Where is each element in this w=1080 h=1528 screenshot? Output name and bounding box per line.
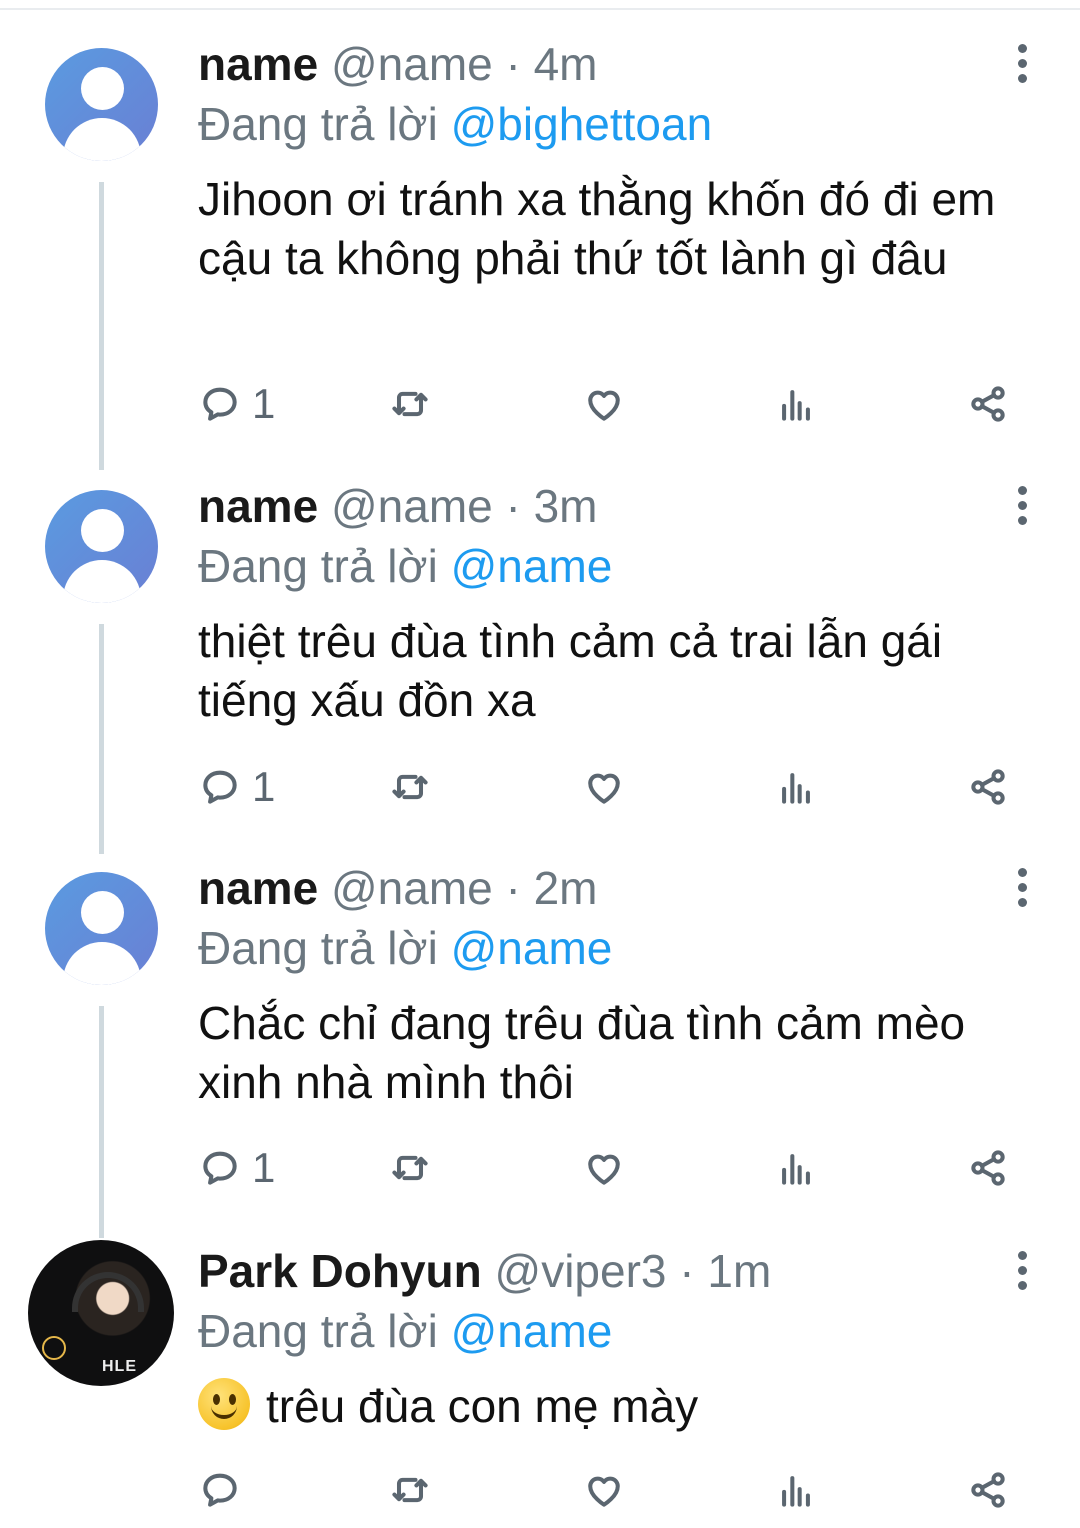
headphones-graphic: [72, 1272, 144, 1312]
comment-icon: [203, 1151, 237, 1185]
tweet-header: name @name · 4m: [198, 36, 598, 92]
like-button[interactable]: [582, 379, 626, 429]
replying-to-handle[interactable]: @name: [451, 540, 613, 592]
retweet-icon: [392, 774, 428, 800]
retweet-button[interactable]: [388, 762, 432, 812]
avatar-caption: HLE: [102, 1358, 137, 1375]
timestamp[interactable]: · 4m: [506, 38, 598, 90]
thread-line: [99, 182, 104, 470]
replying-to: Đang trả lời @name: [198, 1303, 612, 1359]
share-icon: [971, 769, 1005, 805]
reply-count: 1: [252, 763, 276, 810]
analytics-icon: [782, 773, 810, 804]
display-name[interactable]: name: [198, 38, 318, 90]
reply-button[interactable]: [198, 1465, 252, 1515]
tweet-text-content: trêu đùa con mẹ mày: [266, 1380, 699, 1432]
more-options-icon[interactable]: [1012, 486, 1032, 526]
tweet-header: Park Dohyun @viper3 · 1m: [198, 1243, 771, 1299]
tweet-text: thiệt trêu đùa tình cảm cả trai lẫn gái …: [198, 615, 943, 726]
avatar[interactable]: [45, 872, 158, 985]
comment-icon: [203, 770, 237, 804]
user-handle[interactable]: @name: [331, 480, 493, 532]
analytics-icon: [782, 390, 810, 421]
tweet-text: Chắc chỉ đang trêu đùa tình cảm mèo xinh…: [198, 997, 966, 1108]
avatar[interactable]: [45, 48, 158, 161]
retweet-icon: [392, 391, 428, 417]
more-options-icon[interactable]: [1012, 1251, 1032, 1291]
user-handle[interactable]: @viper3: [495, 1245, 667, 1297]
tweet-header: name @name · 3m: [198, 478, 598, 534]
replying-to-label: Đang trả lời: [198, 98, 438, 150]
tweet-actions: 1: [198, 1143, 1038, 1193]
comment-icon: [203, 387, 237, 421]
slightly-smiling-face-emoji: [198, 1378, 250, 1430]
analytics-button[interactable]: [774, 379, 818, 429]
avatar[interactable]: HLE: [28, 1240, 174, 1386]
comment-icon: [203, 1473, 237, 1507]
analytics-button[interactable]: [774, 762, 818, 812]
replying-to-label: Đang trả lời: [198, 922, 438, 974]
tweet-actions: [198, 1465, 1038, 1515]
display-name[interactable]: name: [198, 480, 318, 532]
user-handle[interactable]: @name: [331, 38, 493, 90]
retweet-button[interactable]: [388, 379, 432, 429]
replying-to: Đang trả lời @bighettoan: [198, 96, 712, 152]
retweet-icon: [392, 1155, 428, 1181]
replying-to-handle[interactable]: @name: [451, 1305, 613, 1357]
like-button[interactable]: [582, 1465, 626, 1515]
like-icon: [588, 1154, 620, 1185]
display-name[interactable]: name: [198, 862, 318, 914]
like-button[interactable]: [582, 762, 626, 812]
retweet-button[interactable]: [388, 1465, 432, 1515]
like-icon: [588, 773, 620, 804]
thread-line: [99, 1006, 104, 1238]
like-icon: [588, 1476, 620, 1507]
team-logo: [42, 1336, 66, 1360]
analytics-icon: [782, 1154, 810, 1185]
like-icon: [588, 390, 620, 421]
reply-count: 1: [252, 380, 276, 427]
share-icon: [971, 386, 1005, 422]
more-options-icon[interactable]: [1012, 44, 1032, 84]
display-name[interactable]: Park Dohyun: [198, 1245, 482, 1297]
retweet-button[interactable]: [388, 1143, 432, 1193]
reply-button[interactable]: 1: [198, 1143, 275, 1193]
analytics-button[interactable]: [774, 1465, 818, 1515]
analytics-button[interactable]: [774, 1143, 818, 1193]
timestamp[interactable]: · 1m: [679, 1245, 771, 1297]
tweet-actions: 1: [198, 762, 1038, 812]
share-button[interactable]: [966, 762, 1010, 812]
tweet-text: trêu đùa con mẹ mày: [198, 1377, 1048, 1436]
replying-to: Đang trả lời @name: [198, 538, 612, 594]
timestamp[interactable]: · 2m: [506, 862, 598, 914]
analytics-icon: [782, 1476, 810, 1507]
more-options-icon[interactable]: [1012, 868, 1032, 908]
thread-line: [99, 624, 104, 854]
replying-to-label: Đang trả lời: [198, 1305, 438, 1357]
replying-to-handle[interactable]: @name: [451, 922, 613, 974]
reply-button[interactable]: 1: [198, 379, 275, 429]
replying-to: Đang trả lời @name: [198, 920, 612, 976]
reply-button[interactable]: 1: [198, 762, 275, 812]
share-button[interactable]: [966, 379, 1010, 429]
share-icon: [971, 1150, 1005, 1186]
tweet-header: name @name · 2m: [198, 860, 598, 916]
avatar[interactable]: [45, 490, 158, 603]
timestamp[interactable]: · 3m: [506, 480, 598, 532]
like-button[interactable]: [582, 1143, 626, 1193]
retweet-icon: [392, 1477, 428, 1503]
share-icon: [971, 1472, 1005, 1508]
tweet-actions: 1: [198, 379, 1038, 429]
user-handle[interactable]: @name: [331, 862, 493, 914]
reply-count: 1: [252, 1144, 276, 1191]
top-divider: [0, 0, 1080, 10]
tweet-text: Jihoon ơi tránh xa thằng khốn đó đi em c…: [198, 173, 996, 284]
replying-to-label: Đang trả lời: [198, 540, 438, 592]
share-button[interactable]: [966, 1143, 1010, 1193]
replying-to-handle[interactable]: @bighettoan: [451, 98, 713, 150]
share-button[interactable]: [966, 1465, 1010, 1515]
